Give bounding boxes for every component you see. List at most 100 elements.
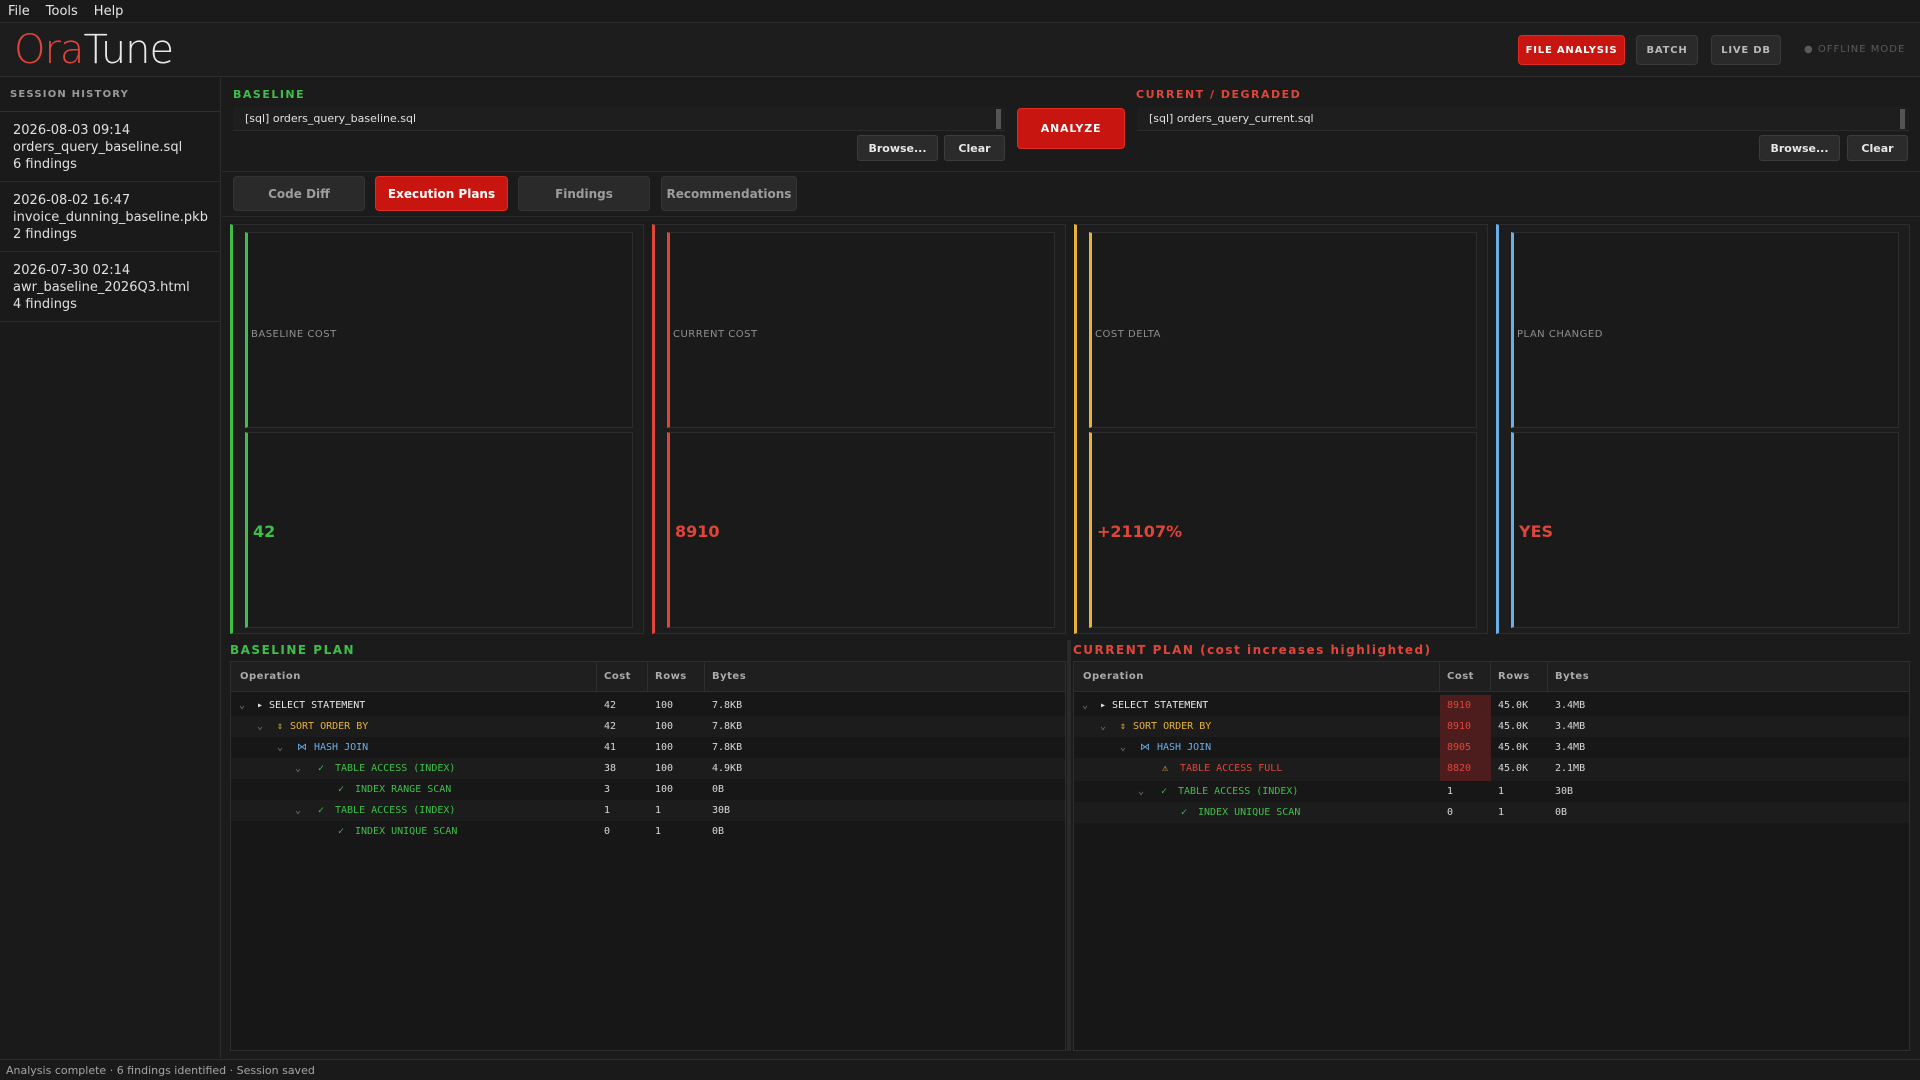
tab-findings[interactable]: Findings [518, 176, 650, 211]
cost-cell: 41 [604, 742, 617, 753]
column-separator [1547, 662, 1548, 692]
metric-label-cell: BASELINE COST [245, 232, 633, 428]
cost-cell: 0 [1447, 807, 1454, 818]
current-cost-card: CURRENT COST 8910 [652, 224, 1066, 634]
session-history-sidebar: SESSION HISTORY 2026-08-03 09:14 orders_… [0, 78, 221, 1058]
rows-cell: 100 [655, 742, 674, 753]
history-item[interactable]: 2026-08-03 09:14 orders_query_baseline.s… [0, 112, 220, 182]
metric-value: 8910 [675, 522, 720, 541]
metric-value-cell: +21107% [1089, 432, 1477, 628]
check-icon: ✓ [338, 784, 345, 795]
tab-code-diff[interactable]: Code Diff [233, 176, 365, 211]
check-icon: ✓ [1181, 807, 1188, 818]
menu-tools[interactable]: Tools [46, 4, 78, 19]
cost-cell: 42 [604, 700, 617, 711]
collapse-icon[interactable]: ⌄ [295, 763, 301, 774]
bytes-cell: 7.8KB [712, 721, 743, 732]
check-icon: ✓ [318, 763, 325, 774]
current-file-field[interactable]: [sql] orders_query_current.sql [1137, 107, 1909, 131]
metric-value-cell: 8910 [667, 432, 1055, 628]
col-cost[interactable]: Cost [604, 671, 631, 682]
sidebar-title: SESSION HISTORY [0, 78, 220, 112]
cost-cell: 1 [1447, 786, 1454, 797]
file-analysis-mode-button[interactable]: FILE ANALYSIS [1518, 35, 1625, 65]
cost-cell: 42 [604, 721, 617, 732]
current-plan-table: Operation Cost Rows Bytes ⌄ ▸ SELECT STA… [1073, 661, 1910, 1051]
col-operation[interactable]: Operation [1083, 671, 1144, 682]
metric-value: 42 [253, 522, 276, 541]
collapse-icon[interactable]: ⌄ [239, 700, 245, 711]
collapse-icon[interactable]: ⌄ [295, 805, 301, 816]
metric-value-cell: 42 [245, 432, 633, 628]
table-row[interactable]: ⌄ ⇕ SORT ORDER BY 8910 45.0K 3.4MB [1074, 716, 1909, 737]
batch-mode-button[interactable]: BATCH [1636, 35, 1698, 65]
tab-recommendations[interactable]: Recommendations [661, 176, 797, 211]
menu-file[interactable]: File [8, 4, 30, 19]
col-cost[interactable]: Cost [1447, 671, 1474, 682]
baseline-file-field[interactable]: [sql] orders_query_baseline.sql [233, 107, 1005, 131]
baseline-clear-button[interactable]: Clear [944, 135, 1005, 161]
collapse-icon[interactable]: ⌄ [257, 721, 263, 732]
cost-cell: 8820 [1447, 763, 1472, 774]
baseline-plan-table: Operation Cost Rows Bytes ⌄ ▸ SELECT STA… [230, 661, 1066, 1051]
collapse-icon[interactable]: ⌄ [277, 742, 283, 753]
table-row[interactable]: ⌄ ✓ TABLE ACCESS (INDEX) 38 100 4.9KB [231, 758, 1065, 779]
col-operation[interactable]: Operation [240, 671, 301, 682]
metric-label: CURRENT COST [673, 329, 758, 340]
col-bytes[interactable]: Bytes [712, 671, 746, 682]
history-findings: 2 findings [13, 227, 77, 242]
select-icon: ▸ [1100, 700, 1107, 711]
table-row[interactable]: ✓ INDEX RANGE SCAN 3 100 0B [231, 779, 1065, 800]
collapse-icon[interactable]: ⌄ [1120, 742, 1126, 753]
analyze-button[interactable]: ANALYZE [1017, 108, 1125, 149]
baseline-file-scrollbar[interactable] [996, 109, 1001, 129]
column-separator [1439, 662, 1440, 692]
table-row[interactable]: ⌄ ▸ SELECT STATEMENT 42 100 7.8KB [231, 695, 1065, 716]
live-db-mode-button[interactable]: LIVE DB [1711, 35, 1781, 65]
table-row[interactable]: ⌄ ⋈ HASH JOIN 41 100 7.8KB [231, 737, 1065, 758]
metric-value-cell: YES [1511, 432, 1899, 628]
table-row[interactable]: ⚠ TABLE ACCESS FULL 8820 45.0K 2.1MB [1074, 758, 1909, 781]
table-row[interactable]: ⌄ ⇕ SORT ORDER BY 42 100 7.8KB [231, 716, 1065, 737]
tab-execution-plans[interactable]: Execution Plans [375, 176, 508, 211]
table-row[interactable]: ⌄ ⋈ HASH JOIN 8905 45.0K 3.4MB [1074, 737, 1909, 758]
col-rows[interactable]: Rows [1498, 671, 1530, 682]
collapse-icon[interactable]: ⌄ [1138, 786, 1144, 797]
status-bar: Analysis complete · 6 findings identifie… [0, 1059, 1920, 1080]
table-row[interactable]: ⌄ ✓ TABLE ACCESS (INDEX) 1 1 30B [231, 800, 1065, 821]
divider [222, 171, 1920, 172]
col-bytes[interactable]: Bytes [1555, 671, 1589, 682]
rows-cell: 1 [1498, 807, 1505, 818]
offline-mode-indicator: ● OFFLINE MODE [1804, 44, 1906, 55]
bytes-cell: 3.4MB [1555, 742, 1586, 753]
plan-changed-card: PLAN CHANGED YES [1496, 224, 1910, 634]
current-file-scrollbar[interactable] [1900, 109, 1905, 129]
cost-cell: 1 [604, 805, 611, 816]
col-rows[interactable]: Rows [655, 671, 687, 682]
plan-splitter[interactable] [1067, 640, 1071, 1051]
table-row[interactable]: ✓ INDEX UNIQUE SCAN 0 1 0B [1074, 802, 1909, 823]
table-header: Operation Cost Rows Bytes [231, 662, 1065, 692]
table-row[interactable]: ⌄ ▸ SELECT STATEMENT 8910 45.0K 3.4MB [1074, 695, 1909, 716]
table-row[interactable]: ✓ INDEX UNIQUE SCAN 0 1 0B [231, 821, 1065, 842]
collapse-icon[interactable]: ⌄ [1082, 700, 1088, 711]
app-logo: OraTune [14, 27, 174, 73]
table-row[interactable]: ⌄ ✓ TABLE ACCESS (INDEX) 1 1 30B [1074, 781, 1909, 802]
operation-name: INDEX RANGE SCAN [355, 784, 452, 795]
history-item[interactable]: 2026-07-30 02:14 awr_baseline_2026Q3.htm… [0, 252, 220, 322]
current-browse-button[interactable]: Browse... [1759, 135, 1840, 161]
rows-cell: 100 [655, 784, 674, 795]
rows-cell: 100 [655, 721, 674, 732]
baseline-browse-button[interactable]: Browse... [857, 135, 938, 161]
history-file: invoice_dunning_baseline.pkb [13, 210, 208, 225]
history-item[interactable]: 2026-08-02 16:47 invoice_dunning_baselin… [0, 182, 220, 252]
bytes-cell: 0B [712, 826, 725, 837]
warning-icon: ⚠ [1162, 763, 1169, 774]
current-clear-button[interactable]: Clear [1847, 135, 1908, 161]
rows-cell: 45.0K [1498, 721, 1529, 732]
cost-cell: 8905 [1447, 742, 1472, 753]
menu-help[interactable]: Help [94, 4, 124, 19]
history-findings: 4 findings [13, 297, 77, 312]
collapse-icon[interactable]: ⌄ [1100, 721, 1106, 732]
history-time: 2026-08-03 09:14 [13, 123, 131, 138]
